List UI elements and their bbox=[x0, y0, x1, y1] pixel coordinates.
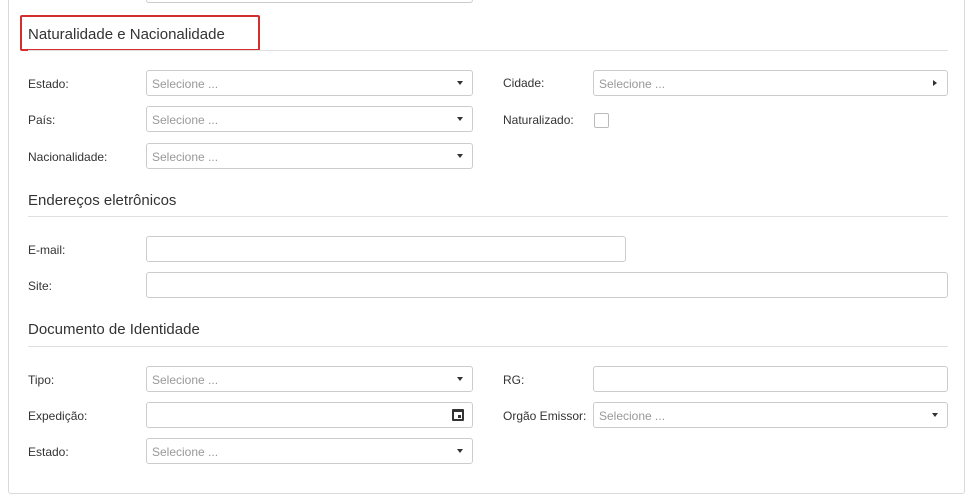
orgao-emissor-placeholder: Selecione ... bbox=[599, 409, 666, 423]
expedicao-date-field[interactable] bbox=[146, 402, 473, 428]
expedicao-label: Expedição: bbox=[28, 409, 88, 423]
tipo-placeholder: Selecione ... bbox=[152, 373, 219, 387]
nacionalidade-placeholder: Selecione ... bbox=[152, 150, 219, 164]
caret-down-icon bbox=[457, 154, 463, 158]
section-title-naturalidade: Naturalidade e Nacionalidade bbox=[28, 26, 225, 43]
previous-field-stub[interactable] bbox=[146, 0, 473, 3]
calendar-icon[interactable] bbox=[452, 409, 464, 421]
pais-placeholder: Selecione ... bbox=[152, 113, 219, 127]
nacionalidade-label: Nacionalidade: bbox=[28, 150, 108, 164]
email-label: E-mail: bbox=[28, 243, 66, 257]
tipo-label: Tipo: bbox=[28, 373, 55, 387]
nacionalidade-select[interactable]: Selecione ... bbox=[146, 143, 473, 169]
cidade-placeholder: Selecione ... bbox=[599, 77, 666, 91]
tipo-select[interactable]: Selecione ... bbox=[146, 366, 473, 392]
email-field[interactable] bbox=[146, 236, 626, 262]
estado-documento-placeholder: Selecione ... bbox=[152, 445, 219, 459]
naturalizado-checkbox[interactable] bbox=[594, 113, 609, 128]
section-title-enderecos: Endereços eletrônicos bbox=[28, 192, 177, 209]
caret-down-icon bbox=[457, 377, 463, 381]
caret-down-icon bbox=[457, 117, 463, 121]
site-field[interactable] bbox=[146, 272, 948, 298]
section-title-documento: Documento de Identidade bbox=[28, 321, 200, 338]
orgao-emissor-label: Orgão Emissor: bbox=[503, 409, 587, 423]
section-divider bbox=[28, 216, 948, 217]
cidade-select[interactable]: Selecione ... bbox=[593, 70, 948, 96]
site-label: Site: bbox=[28, 279, 53, 293]
naturalizado-label: Naturalizado: bbox=[503, 113, 574, 127]
estado-select[interactable]: Selecione ... bbox=[146, 70, 473, 96]
cidade-label: Cidade: bbox=[503, 76, 545, 90]
estado-documento-select[interactable]: Selecione ... bbox=[146, 438, 473, 464]
pais-label: País: bbox=[28, 113, 56, 127]
caret-down-icon bbox=[457, 81, 463, 85]
rg-field[interactable] bbox=[593, 366, 948, 392]
estado-documento-label: Estado: bbox=[28, 445, 69, 459]
orgao-emissor-select[interactable]: Selecione ... bbox=[593, 402, 948, 428]
estado-placeholder: Selecione ... bbox=[152, 77, 219, 91]
pais-select[interactable]: Selecione ... bbox=[146, 106, 473, 132]
caret-down-icon bbox=[932, 413, 938, 417]
caret-down-icon bbox=[457, 449, 463, 453]
section-divider bbox=[28, 50, 948, 51]
estado-label: Estado: bbox=[28, 77, 69, 91]
caret-right-icon bbox=[933, 80, 937, 86]
section-divider bbox=[28, 346, 948, 347]
rg-label: RG: bbox=[503, 373, 525, 387]
